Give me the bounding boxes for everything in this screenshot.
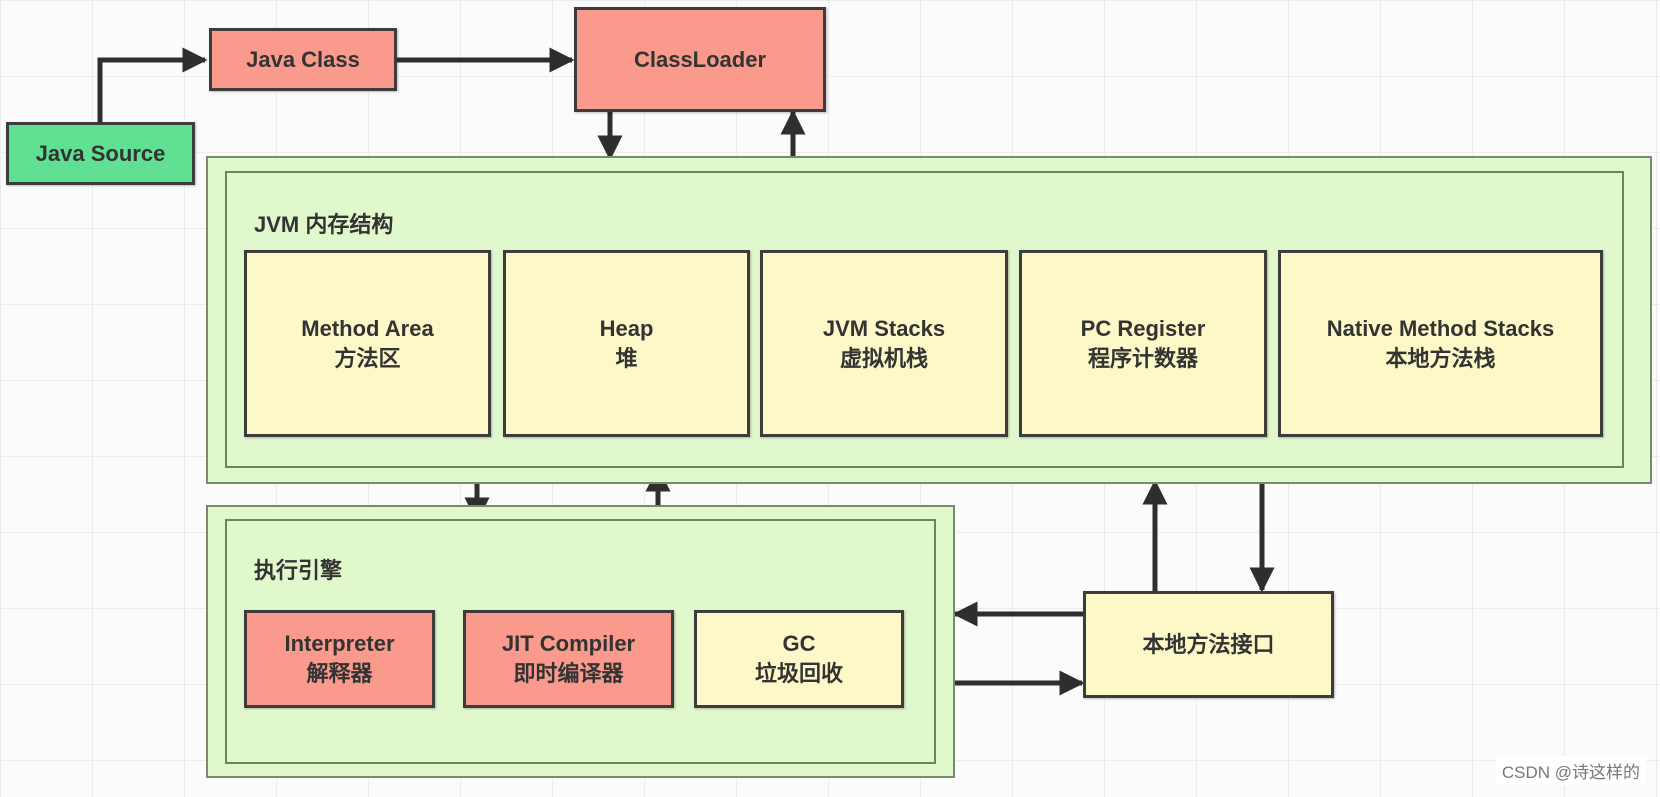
area-zh-label: 堆 <box>615 345 638 371</box>
arrow-source-to-class <box>97 47 208 122</box>
area-en-label: Heap <box>599 315 654 341</box>
execution-engine-title: 执行引擎 <box>254 558 343 583</box>
native-interface-label: 本地方法接口 <box>1142 631 1275 657</box>
engine-jit-compiler: JIT Compiler 即时编译器 <box>463 610 674 708</box>
engine-interpreter: Interpreter 解释器 <box>244 610 435 708</box>
engine-gc: GC 垃圾回收 <box>694 610 904 708</box>
area-en-label: Method Area <box>301 315 434 341</box>
area-en-label: PC Register <box>1080 315 1206 341</box>
java-source-box: Java Source <box>6 122 195 185</box>
component-en-label: Interpreter <box>284 631 395 656</box>
component-en-label: GC <box>782 631 816 656</box>
java-class-label: Java Class <box>246 46 360 72</box>
component-zh-label: 解释器 <box>306 661 373 686</box>
java-class-box: Java Class <box>209 28 397 91</box>
memory-area-jvm-stacks: JVM Stacks 虚拟机栈 <box>760 250 1008 437</box>
component-zh-label: 垃圾回收 <box>754 661 843 686</box>
memory-area-native-method-stacks: Native Method Stacks 本地方法栈 <box>1278 250 1603 437</box>
area-zh-label: 本地方法栈 <box>1385 345 1496 371</box>
java-source-label: Java Source <box>35 140 166 166</box>
component-en-label: JIT Compiler <box>501 631 636 656</box>
classloader-box: ClassLoader <box>574 7 826 112</box>
memory-area-heap: Heap 堆 <box>503 250 750 437</box>
memory-area-method-area: Method Area 方法区 <box>244 250 491 437</box>
classloader-label: ClassLoader <box>633 46 767 72</box>
watermark: CSDN @诗这样的 <box>1495 756 1646 785</box>
component-zh-label: 即时编译器 <box>513 661 624 686</box>
area-en-label: Native Method Stacks <box>1326 315 1555 341</box>
native-method-interface-box: 本地方法接口 <box>1083 591 1334 698</box>
area-en-label: JVM Stacks <box>822 315 946 341</box>
jvm-memory-title: JVM 内存结构 <box>254 212 394 237</box>
area-zh-label: 程序计数器 <box>1087 345 1198 371</box>
memory-area-pc-register: PC Register 程序计数器 <box>1019 250 1267 437</box>
area-zh-label: 方法区 <box>334 345 401 371</box>
area-zh-label: 虚拟机栈 <box>839 345 928 371</box>
